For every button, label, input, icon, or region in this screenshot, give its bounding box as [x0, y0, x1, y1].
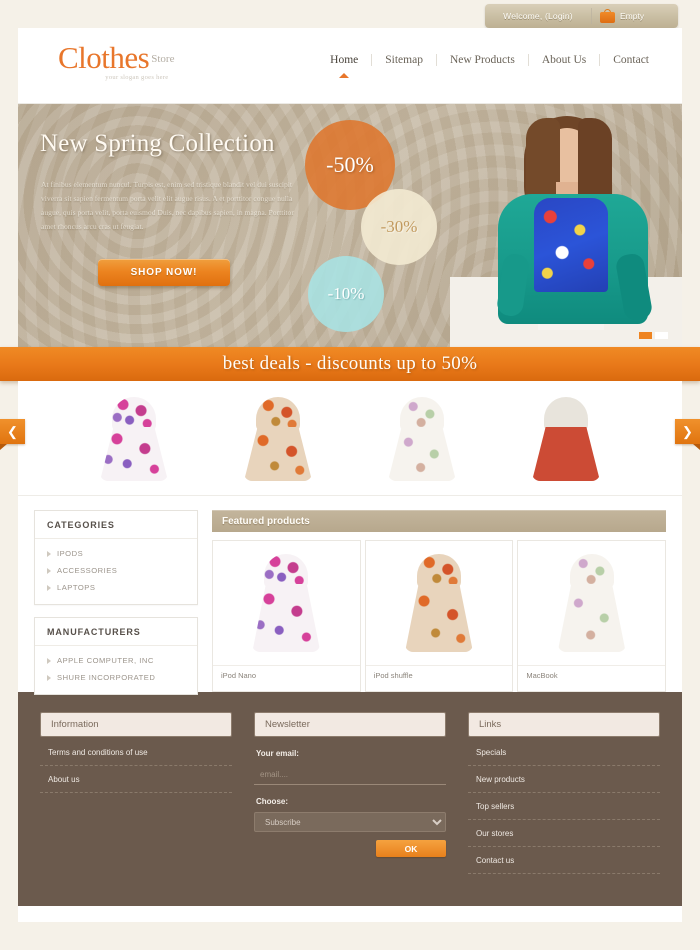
footer-link-top-sellers[interactable]: Top sellers: [468, 793, 660, 820]
product-carousel: ❮ ❯: [0, 381, 700, 496]
manufacturers-title: MANUFACTURERS: [35, 618, 197, 646]
welcome-login-link[interactable]: Welcome, (Login): [485, 11, 591, 21]
carousel-item-3[interactable]: [380, 391, 464, 485]
deals-banner: best deals - discounts up to 50%: [0, 347, 700, 381]
category-item-accessories[interactable]: ACCESSORIES: [35, 562, 197, 579]
product-card-ipod-nano[interactable]: iPod Nano: [212, 540, 361, 692]
sidebar: CATEGORIES IPODS ACCESSORIES LAPTOPS MAN…: [34, 510, 198, 695]
product-image-ipod-nano: [213, 541, 360, 665]
deals-banner-text: best deals - discounts up to 50%: [222, 353, 478, 374]
shopping-bag-icon: [600, 9, 615, 23]
information-title: Information: [40, 712, 232, 737]
newsletter-email-label: Your email:: [256, 749, 299, 758]
categories-title: CATEGORIES: [35, 511, 197, 539]
newsletter-action-select[interactable]: Subscribe: [254, 812, 446, 832]
category-item-ipods[interactable]: IPODS: [35, 545, 197, 562]
hero-slide-indicator-1[interactable]: [639, 332, 652, 339]
shop-now-button[interactable]: SHOP NOW!: [98, 259, 230, 286]
hero-banner: New Spring Collection At finibus element…: [18, 104, 682, 347]
discount-badge-30[interactable]: -30%: [361, 189, 437, 265]
site-footer: Information Terms and conditions of use …: [18, 692, 682, 906]
featured-products-title: Featured products: [212, 510, 666, 532]
category-item-laptops[interactable]: LAPTOPS: [35, 579, 197, 596]
hero-slider-pagination: [639, 332, 668, 339]
newsletter-title: Newsletter: [254, 712, 446, 737]
nav-item-home[interactable]: Home: [317, 54, 371, 78]
newsletter-submit-button[interactable]: OK: [376, 840, 446, 857]
carousel-item-4[interactable]: [524, 391, 608, 485]
discount-badge-10[interactable]: -10%: [308, 256, 384, 332]
sidebar-block-manufacturers: MANUFACTURERS APPLE COMPUTER, INC SHURE …: [34, 617, 198, 695]
manufacturers-list: APPLE COMPUTER, INC SHURE INCORPORATED: [35, 646, 197, 694]
main-column: Featured products iPod Nano iPod shuffle…: [212, 510, 667, 692]
footer-column-links: Links Specials New products Top sellers …: [468, 712, 660, 886]
site-logo[interactable]: Clothes Store your slogan goes here: [58, 42, 174, 81]
logo-tagline: your slogan goes here: [105, 74, 169, 81]
footer-column-information: Information Terms and conditions of use …: [40, 712, 232, 886]
site-header: Clothes Store your slogan goes here Home …: [18, 28, 682, 104]
logo-primary-text: Clothes: [58, 40, 150, 75]
footer-link-our-stores[interactable]: Our stores: [468, 820, 660, 847]
newsletter-choose-label: Choose:: [256, 796, 288, 806]
product-name-ipod-nano: iPod Nano: [213, 665, 360, 685]
hero-slide-indicator-2[interactable]: [655, 332, 668, 339]
logo-secondary-text: Store: [151, 52, 175, 65]
cart-summary[interactable]: Empty: [592, 9, 678, 23]
chevron-left-icon[interactable]: ❮: [0, 419, 25, 450]
content-area: CATEGORIES IPODS ACCESSORIES LAPTOPS MAN…: [18, 496, 682, 695]
information-link-terms[interactable]: Terms and conditions of use: [40, 739, 232, 766]
carousel-item-1[interactable]: [92, 391, 176, 485]
information-link-about[interactable]: About us: [40, 766, 232, 793]
product-card-ipod-shuffle[interactable]: iPod shuffle: [364, 540, 514, 692]
links-title: Links: [468, 712, 660, 737]
footer-link-specials[interactable]: Specials: [468, 739, 660, 766]
cart-status-label: Empty: [620, 11, 645, 21]
hero-description: At finibus elementum nuncul. Turpis est,…: [41, 180, 294, 231]
nav-item-sitemap[interactable]: Sitemap: [371, 54, 436, 66]
manufacturer-item-apple[interactable]: APPLE COMPUTER, INC: [35, 652, 197, 669]
categories-list: IPODS ACCESSORIES LAPTOPS: [35, 539, 197, 604]
nav-item-about-us[interactable]: About Us: [527, 54, 599, 66]
main-navigation: Home Sitemap New Products About Us Conta…: [317, 54, 662, 78]
nav-item-new-products[interactable]: New Products: [435, 54, 528, 66]
footer-link-new-products[interactable]: New products: [468, 766, 660, 793]
product-name-ipod-shuffle: iPod shuffle: [365, 665, 513, 685]
sidebar-block-categories: CATEGORIES IPODS ACCESSORIES LAPTOPS: [34, 510, 198, 605]
deals-banner-region: best deals - discounts up to 50%: [0, 347, 700, 381]
top-utility-bar: Welcome, (Login) Empty: [485, 4, 678, 28]
manufacturer-item-shure[interactable]: SHURE INCORPORATED: [35, 669, 197, 686]
hero-title: New Spring Collection: [40, 130, 275, 157]
carousel-item-2[interactable]: [236, 391, 320, 485]
product-card-macbook[interactable]: MacBook: [517, 540, 667, 692]
chevron-right-icon[interactable]: ❯: [675, 419, 700, 450]
hero-model-photo: [450, 104, 682, 347]
product-image-ipod-shuffle: [366, 541, 513, 665]
footer-column-newsletter: Newsletter Your email: Choose: Subscribe…: [254, 712, 446, 886]
nav-item-contact[interactable]: Contact: [599, 54, 662, 66]
featured-products-grid: iPod Nano iPod shuffle MacBook: [212, 540, 667, 692]
footer-link-contact-us[interactable]: Contact us: [468, 847, 660, 874]
newsletter-email-input[interactable]: [254, 765, 446, 785]
product-name-macbook: MacBook: [518, 665, 666, 685]
page-container: Clothes Store your slogan goes here Home …: [0, 28, 700, 922]
product-image-macbook: [518, 541, 665, 665]
